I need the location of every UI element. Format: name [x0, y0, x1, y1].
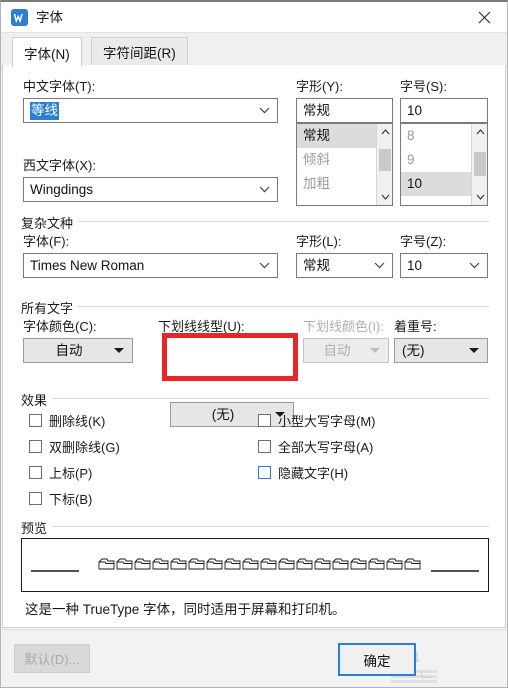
default-button-label: 默认(D)...: [24, 652, 80, 667]
effects-divider: [21, 398, 489, 399]
checkbox-icon[interactable]: [29, 491, 42, 505]
tab-strip: 字体(N) 字符间距(R): [1, 33, 507, 67]
checkbox-icon[interactable]: [29, 413, 42, 427]
underline-style-label: 下划线线型(U):: [158, 319, 245, 334]
font-dialog: 字体 字体(N) 字符间距(R) 中文字体(T): 等线 字形(Y): 常规 常…: [0, 0, 508, 688]
cs-style-label: 字形(L):: [296, 234, 342, 249]
font-color-dropdown[interactable]: 自动: [23, 338, 133, 363]
cjk-font-label: 中文字体(T):: [23, 79, 96, 94]
checkbox-strikethrough[interactable]: 删除线(K): [29, 410, 105, 430]
preview-group-title: 预览: [21, 518, 53, 537]
caret-down-icon: [370, 348, 380, 353]
style-value: 常规: [303, 103, 330, 118]
size-listbox[interactable]: 8 9 10: [400, 123, 488, 206]
cs-size-input[interactable]: 10: [400, 253, 488, 278]
cs-size-label: 字号(Z):: [400, 234, 447, 249]
chevron-down-icon[interactable]: [256, 254, 272, 277]
underline-color-dropdown: 自动: [303, 338, 389, 363]
size-scrollbar[interactable]: [471, 124, 487, 205]
style-listbox[interactable]: 常规 倾斜 加粗: [296, 123, 393, 206]
size-label: 字号(S):: [400, 79, 447, 94]
close-icon[interactable]: [461, 2, 507, 32]
dialog-footer: 默认(D)...: [2, 629, 506, 687]
complex-script-divider: [21, 221, 489, 222]
latin-font-value: Wingdings: [30, 182, 94, 197]
checkbox-subscript-label: 下标(B): [49, 491, 93, 507]
scroll-down-icon[interactable]: [472, 189, 487, 205]
cs-font-value: Times New Roman: [30, 258, 145, 273]
chevron-down-icon[interactable]: [256, 99, 272, 122]
font-preview-sample: [22, 553, 488, 577]
screen-artifact-corner: [421, 670, 431, 678]
tab-character-spacing-label: 字符间距(R): [103, 46, 176, 61]
checkbox-all-caps[interactable]: 全部大写字母(A): [258, 436, 373, 456]
cs-font-input[interactable]: Times New Roman: [23, 253, 278, 278]
scroll-up-icon[interactable]: [472, 124, 487, 140]
checkbox-double-strikethrough[interactable]: 双删除线(G): [29, 436, 120, 456]
checkbox-icon[interactable]: [258, 439, 271, 453]
chevron-down-icon[interactable]: [371, 254, 387, 277]
checkbox-hidden-text-label: 隐藏文字(H): [278, 465, 349, 481]
checkbox-subscript[interactable]: 下标(B): [29, 488, 92, 508]
cjk-font-input[interactable]: 等线: [23, 98, 278, 123]
style-scrollbar[interactable]: [376, 124, 392, 205]
font-preview-box: [21, 538, 489, 592]
checkbox-double-strikethrough-label: 双删除线(G): [49, 439, 120, 455]
size-input[interactable]: 10: [400, 98, 488, 123]
complex-script-group-title: 复杂文种: [21, 213, 79, 232]
checkbox-strikethrough-label: 删除线(K): [49, 413, 106, 429]
checkbox-icon[interactable]: [29, 439, 42, 453]
preview-divider: [21, 526, 489, 527]
size-value: 10: [407, 103, 423, 118]
cs-style-value: 常规: [303, 258, 330, 273]
scroll-up-icon[interactable]: [377, 124, 392, 140]
dialog-title: 字体: [36, 10, 63, 25]
chevron-down-icon[interactable]: [466, 254, 482, 277]
wps-writer-icon: [11, 9, 28, 26]
font-tab-panel: 中文字体(T): 等线 字形(Y): 常规 常规 倾斜 加粗 字号(S): 10…: [2, 65, 506, 628]
style-scrollbar-thumb[interactable]: [379, 149, 391, 171]
default-button: 默认(D)...: [14, 644, 90, 673]
tab-font-label: 字体(N): [24, 46, 70, 62]
checkbox-small-caps-label: 小型大写字母(M): [278, 413, 376, 429]
checkbox-hidden-text[interactable]: 隐藏文字(H): [258, 462, 348, 482]
latin-font-label: 西文字体(X):: [23, 158, 96, 173]
cs-size-value: 10: [407, 258, 423, 273]
checkbox-icon[interactable]: [258, 465, 271, 479]
font-color-label: 字体颜色(C):: [23, 319, 97, 334]
ok-button-label: 确定: [363, 653, 391, 669]
ok-button[interactable]: 确定: [338, 643, 416, 676]
latin-font-input[interactable]: Wingdings: [23, 177, 278, 202]
title-bar: 字体: [1, 2, 507, 33]
underline-color-label: 下划线颜色(I):: [303, 319, 384, 334]
checkbox-icon[interactable]: [258, 413, 271, 427]
all-text-group-title: 所有文字: [21, 298, 79, 317]
size-scrollbar-thumb[interactable]: [474, 152, 486, 176]
checkbox-superscript[interactable]: 上标(P): [29, 462, 92, 482]
caret-down-icon: [469, 348, 479, 353]
emphasis-mark-dropdown[interactable]: (无): [394, 338, 488, 363]
chevron-down-icon[interactable]: [256, 178, 272, 201]
font-preview-note: 这是一种 TrueType 字体，同时适用于屏幕和打印机。: [25, 602, 346, 617]
style-label: 字形(Y):: [296, 79, 343, 94]
effects-group-title: 效果: [21, 390, 53, 409]
tab-character-spacing[interactable]: 字符间距(R): [91, 37, 188, 66]
all-text-divider: [21, 306, 489, 307]
checkbox-superscript-label: 上标(P): [49, 465, 93, 481]
checkbox-small-caps[interactable]: 小型大写字母(M): [258, 410, 376, 430]
style-input[interactable]: 常规: [296, 98, 393, 123]
scroll-down-icon[interactable]: [377, 189, 392, 205]
caret-down-icon: [114, 348, 124, 353]
emphasis-mark-label: 着重号:: [394, 319, 437, 334]
checkbox-icon[interactable]: [29, 465, 42, 479]
cs-font-label: 字体(F):: [23, 234, 70, 249]
checkbox-all-caps-label: 全部大写字母(A): [278, 439, 374, 455]
cjk-font-value: 等线: [30, 102, 59, 120]
tab-font[interactable]: 字体(N): [12, 37, 82, 67]
cs-style-input[interactable]: 常规: [296, 253, 393, 278]
